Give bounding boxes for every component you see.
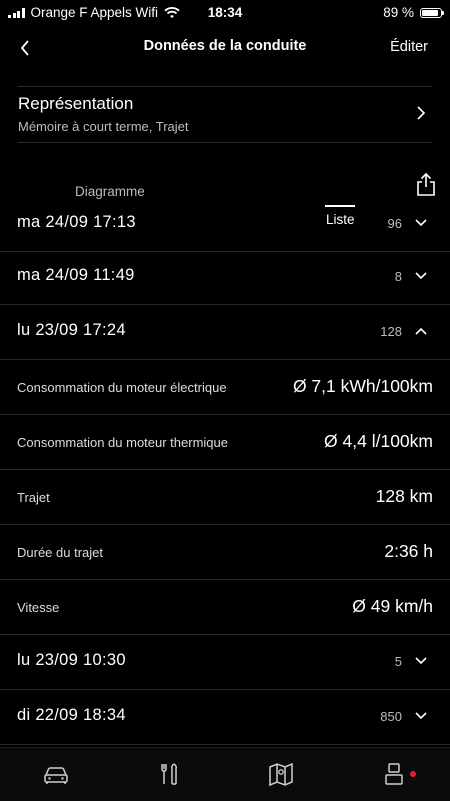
trip-row-expanded[interactable]: lu 23/09 17:24 128 (0, 305, 450, 360)
detail-value: Ø 4,4 l/100km (324, 431, 433, 451)
bottom-tab-bar (0, 747, 450, 801)
trip-row[interactable]: ma 24/09 17:13 96 (0, 212, 450, 252)
chevron-down-icon (415, 657, 427, 665)
tools-icon[interactable] (155, 760, 183, 788)
detail-value: Ø 7,1 kWh/100km (292, 376, 433, 396)
divider (18, 142, 432, 143)
navigation-bar: Données de la conduite Éditer (0, 28, 450, 68)
detail-thermal-consumption: Consommation du moteur thermique Ø 4,4 l… (0, 415, 450, 470)
chevron-up-icon (415, 327, 427, 335)
notification-dot (410, 771, 416, 777)
detail-value: 2:36 h (384, 541, 433, 561)
trip-count: 128 (380, 324, 402, 339)
trip-date: ma 24/09 17:13 (17, 213, 136, 231)
tab-diagram[interactable]: Diagramme (75, 184, 145, 199)
trip-date: di 22/09 18:34 (17, 706, 126, 724)
trip-date: ma 24/09 11:49 (17, 266, 135, 284)
trip-row[interactable]: di 22/09 18:34 850 (0, 690, 450, 745)
status-right: 89 % (383, 5, 444, 20)
representation-selector[interactable]: Représentation Mémoire à court terme, Tr… (0, 87, 450, 143)
detail-distance: Trajet 128 km (0, 470, 450, 525)
detail-label: Trajet (17, 490, 50, 505)
trip-row[interactable]: lu 23/09 10:30 5 (0, 635, 450, 690)
trip-date: lu 23/09 10:30 (17, 651, 126, 669)
detail-label: Consommation du moteur électrique (17, 380, 227, 395)
map-icon[interactable] (267, 760, 295, 788)
trip-count: 850 (380, 709, 402, 724)
representation-subtitle: Mémoire à court terme, Trajet (18, 119, 189, 134)
detail-label: Durée du trajet (17, 545, 103, 560)
chevron-down-icon (415, 272, 427, 280)
status-bar: Orange F Appels Wifi 18:34 89 % (0, 0, 450, 24)
detail-duration: Durée du trajet 2:36 h (0, 525, 450, 580)
row-divider (0, 744, 450, 745)
battery-fill (422, 9, 439, 16)
page-title: Données de la conduite (143, 38, 307, 54)
trip-count: 8 (394, 269, 402, 284)
share-icon[interactable] (413, 171, 439, 197)
chevron-right-icon (417, 106, 426, 120)
detail-value: 128 km (375, 486, 433, 506)
trip-count: 5 (394, 654, 402, 669)
representation-title: Représentation (18, 94, 134, 113)
trip-row[interactable]: ma 24/09 11:49 8 (0, 250, 450, 305)
detail-label: Vitesse (17, 600, 60, 615)
car-icon[interactable] (42, 760, 70, 788)
detail-label: Consommation du moteur thermique (17, 435, 228, 450)
battery-percent: 89 % (383, 5, 414, 20)
chevron-down-icon (415, 712, 427, 720)
trip-list: ma 24/09 17:13 96 ma 24/09 11:49 8 lu 23… (0, 212, 450, 747)
detail-speed: Vitesse Ø 49 km/h (0, 580, 450, 635)
detail-value: Ø 49 km/h (352, 596, 433, 616)
trip-count: 96 (387, 216, 402, 231)
detail-electric-consumption: Consommation du moteur électrique Ø 7,1 … (0, 360, 450, 415)
tab-list-underline (325, 205, 355, 207)
trip-date: lu 23/09 17:24 (17, 321, 126, 339)
battery-icon (420, 7, 444, 18)
chevron-down-icon (415, 219, 427, 227)
profile-icon[interactable] (380, 760, 408, 788)
edit-button[interactable]: Éditer (390, 39, 428, 55)
